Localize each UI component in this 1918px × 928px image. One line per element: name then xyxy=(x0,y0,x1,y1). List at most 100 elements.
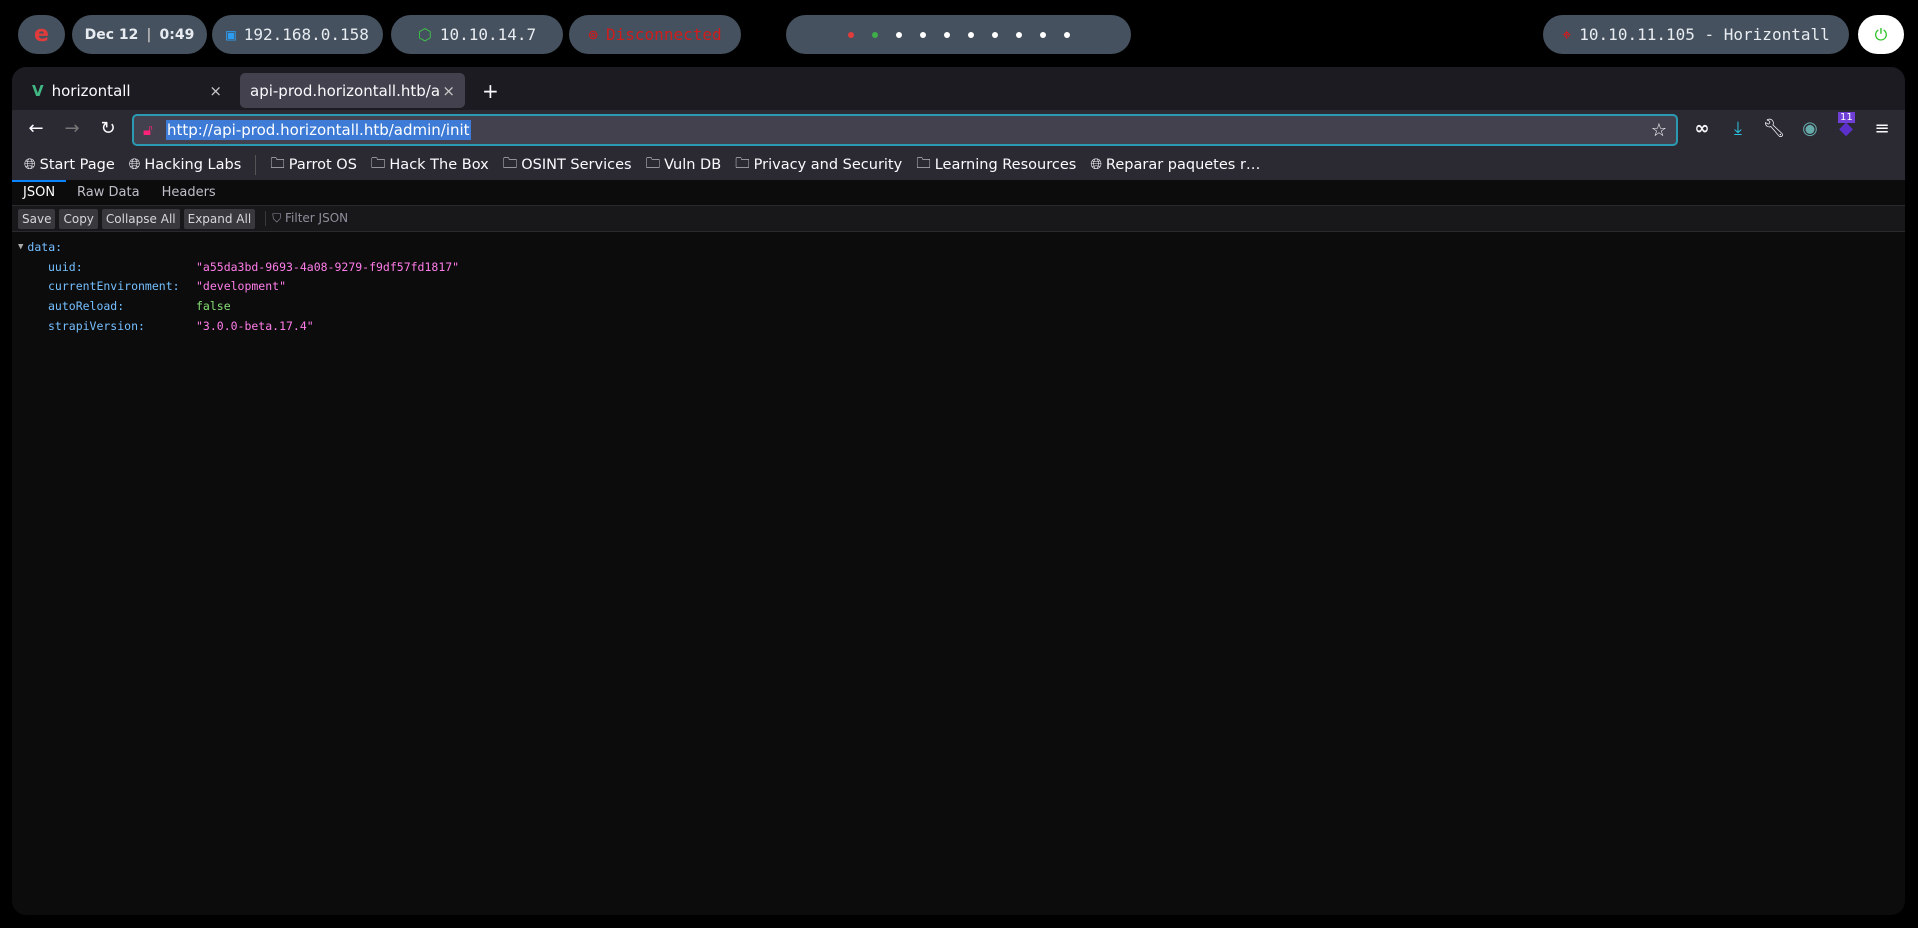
bookmark-label: Vuln DB xyxy=(664,157,722,173)
bookmark-item[interactable]: 🗀 Vuln DB xyxy=(646,153,722,178)
bookmark-item[interactable]: 🌐︎ Reparar paquetes r… xyxy=(1090,157,1260,173)
json-value: "a55da3bd-9693-4a08-9279-f9df57fd1817" xyxy=(196,259,460,274)
download-icon[interactable]: ⤓ xyxy=(1726,118,1750,139)
disconnected-icon: ⊚ xyxy=(588,25,599,44)
tab-headers[interactable]: Headers xyxy=(151,180,227,205)
globe-icon: 🌐︎ xyxy=(128,157,141,173)
bookmark-label: Start Page xyxy=(39,157,115,173)
json-tree: ▼ data: uuid: "a55da3bd-9693-4a08-9279-f9d… xyxy=(12,232,1905,336)
power-icon: ⏻ xyxy=(1874,24,1888,44)
workspace-dot[interactable] xyxy=(871,31,878,38)
json-key: data: xyxy=(27,239,63,254)
collapse-all-button[interactable]: Collapse All xyxy=(101,208,180,229)
workspace-dot[interactable] xyxy=(967,31,974,38)
close-tab-icon[interactable]: × xyxy=(209,82,222,100)
json-key: autoReload: xyxy=(48,299,125,314)
json-root-row[interactable]: ▼ data: xyxy=(12,237,1905,257)
filter-icon: ⛉ xyxy=(272,211,286,225)
target-widget: ⌖ 10.10.11.105 - Horizontall xyxy=(1543,15,1849,54)
power-button[interactable]: ⏻ xyxy=(1858,15,1904,54)
workspace-dot[interactable] xyxy=(919,31,926,38)
vpn-ip-widget: ⬡ 10.10.14.7 xyxy=(391,15,563,54)
new-tab-button[interactable]: + xyxy=(472,73,509,108)
workspace-dot[interactable] xyxy=(1015,31,1022,38)
globe-icon: 🌐︎ xyxy=(24,157,36,173)
bookmark-label: Learning Resources xyxy=(934,157,1077,173)
filter-json-input[interactable]: ⛉ Filter JSON xyxy=(265,211,348,226)
tab-raw-data[interactable]: Raw Data xyxy=(66,180,151,205)
tab-horizontall[interactable]: V horizontall × xyxy=(22,73,232,108)
bookmark-item[interactable]: 🗀 OSINT Services xyxy=(503,153,632,178)
reload-icon[interactable]: ↻ xyxy=(96,118,120,139)
bookmark-item[interactable]: 🗀 Hack The Box xyxy=(371,153,489,178)
bookmark-separator xyxy=(255,155,257,175)
folder-icon: 🗀 xyxy=(735,155,750,172)
tab-api-prod[interactable]: api-prod.horizontall.htb/adm × xyxy=(240,73,465,108)
copy-button[interactable]: Copy xyxy=(59,208,98,229)
folder-icon: 🗀 xyxy=(502,155,518,172)
bookmarks-bar: 🌐︎ Start Page 🌐︎ Hacking Labs 🗀 Parrot OS 🗀 Hac… xyxy=(12,150,1905,180)
bookmark-item[interactable]: 🌐︎ Hacking Labs xyxy=(129,157,242,173)
connection-status: ⊚ Disconnected xyxy=(569,15,741,54)
bookmark-label: OSINT Services xyxy=(521,157,632,173)
workspace-dot[interactable] xyxy=(943,31,950,38)
insecure-lock-icon: 🔓︎ xyxy=(143,121,153,139)
bookmark-label: Reparar paquetes r… xyxy=(1105,157,1261,173)
workspace-dot[interactable] xyxy=(1039,31,1046,38)
json-key: strapiVersion: xyxy=(48,319,145,334)
local-ip: 192.168.0.158 xyxy=(243,25,369,44)
wrench-icon[interactable]: 🔧︎ xyxy=(1762,118,1786,139)
time: 0:49 xyxy=(159,26,195,43)
bookmark-item[interactable]: 🗀 Learning Resources xyxy=(916,153,1076,178)
url-text[interactable]: http://api-prod.horizontall.htb/admin/in… xyxy=(166,120,471,140)
extension-icon[interactable]: ◆ 11 xyxy=(1834,112,1858,139)
json-key: currentEnvironment: xyxy=(48,279,180,294)
folder-icon: 🗀 xyxy=(370,155,386,172)
folder-icon: 🗀 xyxy=(916,155,931,172)
crosshair-icon: ⌖ xyxy=(1562,24,1572,44)
tab-label: horizontall xyxy=(51,81,131,100)
workspace-dot[interactable] xyxy=(895,31,902,38)
local-ip-widget: ▣ 192.168.0.158 xyxy=(212,15,383,54)
bookmark-label: Parrot OS xyxy=(288,157,357,173)
save-button[interactable]: Save xyxy=(18,208,56,229)
json-value: false xyxy=(196,299,231,314)
json-value: "3.0.0-beta.17.4" xyxy=(196,319,314,334)
bookmark-item[interactable]: 🗀 Privacy and Security xyxy=(735,153,902,178)
close-tab-icon[interactable]: × xyxy=(442,82,455,100)
bookmark-label: Hacking Labs xyxy=(144,157,242,173)
url-bar[interactable]: 🔓︎ http://api-prod.horizontall.htb/admin… xyxy=(132,114,1678,146)
browser-window: V horizontall × api-prod.horizontall.htb… xyxy=(12,67,1905,915)
bookmark-item[interactable]: 🌐︎ Start Page xyxy=(24,157,115,173)
json-row[interactable]: uuid: "a55da3bd-9693-4a08-9279-f9df57fd18… xyxy=(12,257,1905,277)
bookmark-label: Privacy and Security xyxy=(753,157,903,173)
nav-bar: ← → ↻ 🔓︎ http://api-prod.horizontall.htb… xyxy=(12,110,1905,150)
spy-extension-icon[interactable]: ◉ xyxy=(1798,118,1822,139)
json-row[interactable]: currentEnvironment: "development" xyxy=(12,277,1905,297)
clock: Dec 12 | 0:49 xyxy=(72,15,207,54)
menu-icon[interactable]: ≡ xyxy=(1870,118,1894,139)
tab-json[interactable]: JSON xyxy=(12,180,67,205)
private-mask-icon[interactable]: ∞ xyxy=(1690,118,1714,139)
forward-icon[interactable]: → xyxy=(60,118,84,139)
ethernet-icon: ▣ xyxy=(226,25,236,44)
vpn-ip: 10.10.14.7 xyxy=(439,25,537,44)
bookmark-label: Hack The Box xyxy=(389,157,489,173)
json-toolbar: Save Copy Collapse All Expand All ⛉ Filt… xyxy=(12,206,1905,232)
back-icon[interactable]: ← xyxy=(24,118,48,139)
tab-bar: V horizontall × api-prod.horizontall.htb… xyxy=(12,67,1905,110)
expand-all-button[interactable]: Expand All xyxy=(183,208,256,229)
workspace-dot[interactable] xyxy=(991,31,998,38)
json-value: "development" xyxy=(196,279,287,294)
menu-logo-button[interactable]: e xyxy=(18,15,65,54)
tab-label: api-prod.horizontall.htb/adm xyxy=(250,81,440,100)
json-row[interactable]: strapiVersion: "3.0.0-beta.17.4" xyxy=(12,316,1905,336)
bookmark-item[interactable]: 🗀 Parrot OS xyxy=(270,153,357,178)
workspace-dot[interactable] xyxy=(1063,31,1070,38)
status-text: Disconnected xyxy=(606,25,722,44)
workspace-dot[interactable] xyxy=(847,31,854,38)
json-row[interactable]: autoReload: false xyxy=(12,296,1905,316)
workspaces[interactable] xyxy=(786,15,1131,54)
expand-arrow-icon[interactable]: ▼ xyxy=(18,242,23,252)
bookmark-star-icon[interactable]: ☆ xyxy=(1650,119,1668,142)
